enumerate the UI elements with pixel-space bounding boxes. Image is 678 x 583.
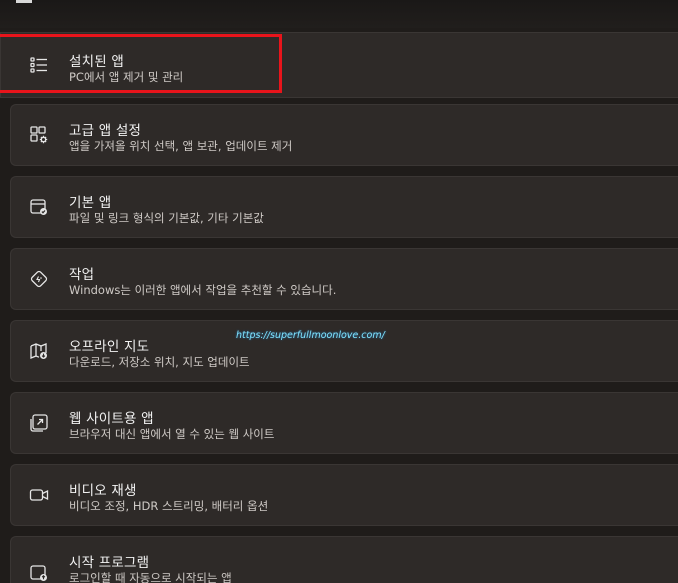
startup-icon	[29, 563, 49, 583]
settings-item-installed-apps[interactable]: 설치된 앱 PC에서 앱 제거 및 관리	[0, 32, 678, 98]
settings-item-default-apps[interactable]: 기본 앱 파일 및 링크 형식의 기본값, 기타 기본값	[10, 176, 678, 238]
item-title: 비디오 재생	[69, 483, 137, 499]
menu-icon[interactable]	[16, 0, 32, 3]
default-apps-icon	[29, 197, 49, 217]
item-subtitle: 브라우저 대신 앱에서 열 수 있는 웹 사이트	[69, 427, 275, 441]
settings-item-apps-for-websites[interactable]: 웹 사이트용 앱 브라우저 대신 앱에서 열 수 있는 웹 사이트	[10, 392, 678, 454]
item-title: 웹 사이트용 앱	[69, 411, 154, 427]
settings-item-advanced-app-settings[interactable]: 고급 앱 설정 앱을 가져올 위치 선택, 앱 보관, 업데이트 제거	[10, 104, 678, 166]
list-icon	[29, 55, 49, 75]
settings-item-actions[interactable]: 작업 Windows는 이러한 앱에서 작업을 추천할 수 있습니다.	[10, 248, 678, 310]
item-subtitle: 로그인할 때 자동으로 시작되는 앱	[69, 571, 232, 583]
item-title: 오프라인 지도	[69, 339, 150, 355]
top-bar	[0, 0, 678, 28]
item-subtitle: 파일 및 링크 형식의 기본값, 기타 기본값	[69, 211, 264, 225]
settings-item-video-playback[interactable]: 비디오 재생 비디오 조정, HDR 스트리밍, 배터리 옵션	[10, 464, 678, 526]
watermark-url: https://superfullmoonlove.com/	[236, 330, 385, 341]
item-subtitle: 다운로드, 저장소 위치, 지도 업데이트	[69, 355, 250, 369]
settings-item-startup[interactable]: 시작 프로그램 로그인할 때 자동으로 시작되는 앱	[10, 536, 678, 583]
item-title: 고급 앱 설정	[69, 123, 142, 139]
item-title: 기본 앱	[69, 195, 112, 211]
item-subtitle: 비디오 조정, HDR 스트리밍, 배터리 옵션	[69, 499, 269, 513]
item-title: 시작 프로그램	[69, 555, 150, 571]
offline-map-icon	[29, 341, 49, 361]
item-title: 작업	[69, 267, 95, 283]
settings-apps-page: 설치된 앱 PC에서 앱 제거 및 관리 고급 앱 설정 앱을 가져올 위치 선…	[0, 0, 678, 583]
app-settings-icon	[29, 125, 49, 145]
item-title: 설치된 앱	[69, 54, 124, 70]
item-subtitle: PC에서 앱 제거 및 관리	[69, 70, 184, 84]
item-subtitle: 앱을 가져올 위치 선택, 앱 보관, 업데이트 제거	[69, 139, 293, 153]
item-subtitle: Windows는 이러한 앱에서 작업을 추천할 수 있습니다.	[69, 283, 337, 297]
video-icon	[29, 485, 49, 505]
actions-icon	[29, 269, 49, 289]
web-apps-icon	[29, 413, 49, 433]
